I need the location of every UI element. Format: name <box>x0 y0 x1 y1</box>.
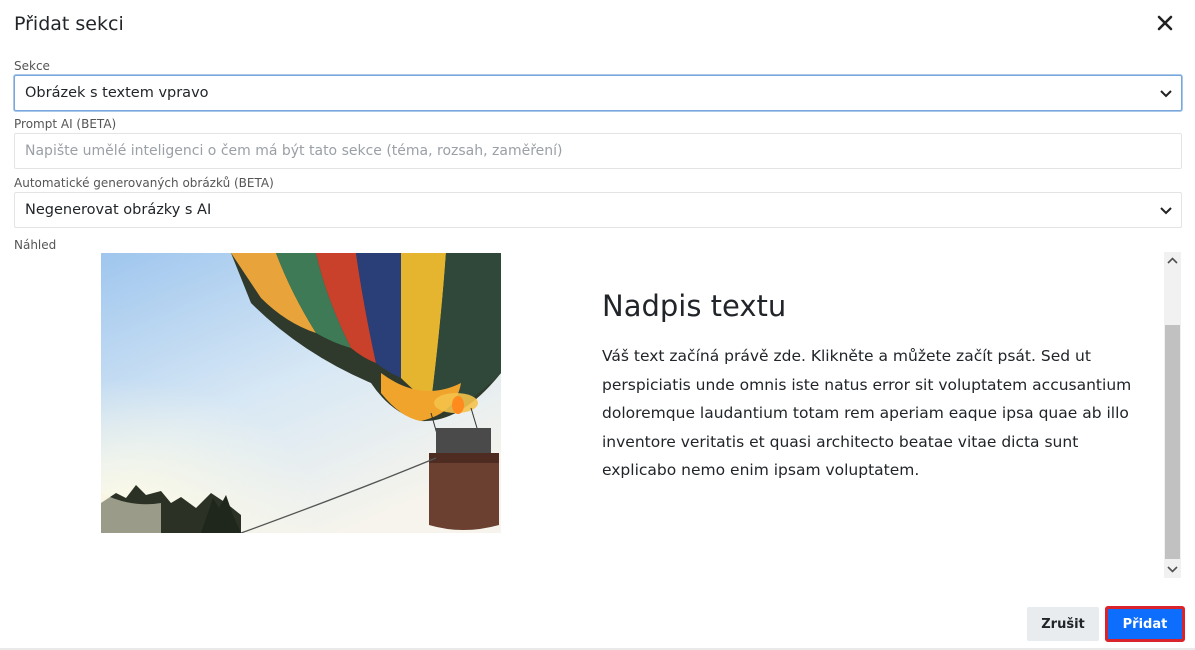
chevron-down-icon <box>1160 207 1172 215</box>
images-select-value: Negenerovat obrázky s AI <box>25 202 212 218</box>
scroll-down-icon[interactable] <box>1164 561 1181 578</box>
scrollbar-thumb[interactable] <box>1165 325 1180 559</box>
section-label: Sekce <box>14 59 50 73</box>
prompt-field[interactable] <box>14 133 1182 169</box>
preview-heading: Nadpis textu <box>602 289 787 323</box>
section-select-value: Obrázek s textem vpravo <box>25 85 209 101</box>
preview-scrollbar[interactable] <box>1164 252 1181 578</box>
cancel-button[interactable]: Zrušit <box>1027 607 1099 641</box>
prompt-input[interactable] <box>25 134 1181 168</box>
images-label: Automatické generovaných obrázků (BETA) <box>14 176 274 190</box>
section-select[interactable]: Obrázek s textem vpravo <box>14 75 1182 111</box>
add-button[interactable]: Přidat <box>1105 606 1185 642</box>
images-select[interactable]: Negenerovat obrázky s AI <box>14 192 1182 228</box>
dialog-title: Přidat sekci <box>14 13 124 35</box>
preview-label: Náhled <box>14 238 57 252</box>
preview-text: Váš text začíná právě zde. Klikněte a mů… <box>602 347 1132 479</box>
hot-air-balloon-photo <box>101 253 501 533</box>
close-icon[interactable] <box>1156 14 1174 32</box>
scroll-up-icon[interactable] <box>1164 252 1181 269</box>
prompt-label: Prompt AI (BETA) <box>14 117 117 131</box>
preview-area: Nadpis textu Váš text začíná právě zde. … <box>14 252 1164 578</box>
chevron-down-icon <box>1160 90 1172 98</box>
